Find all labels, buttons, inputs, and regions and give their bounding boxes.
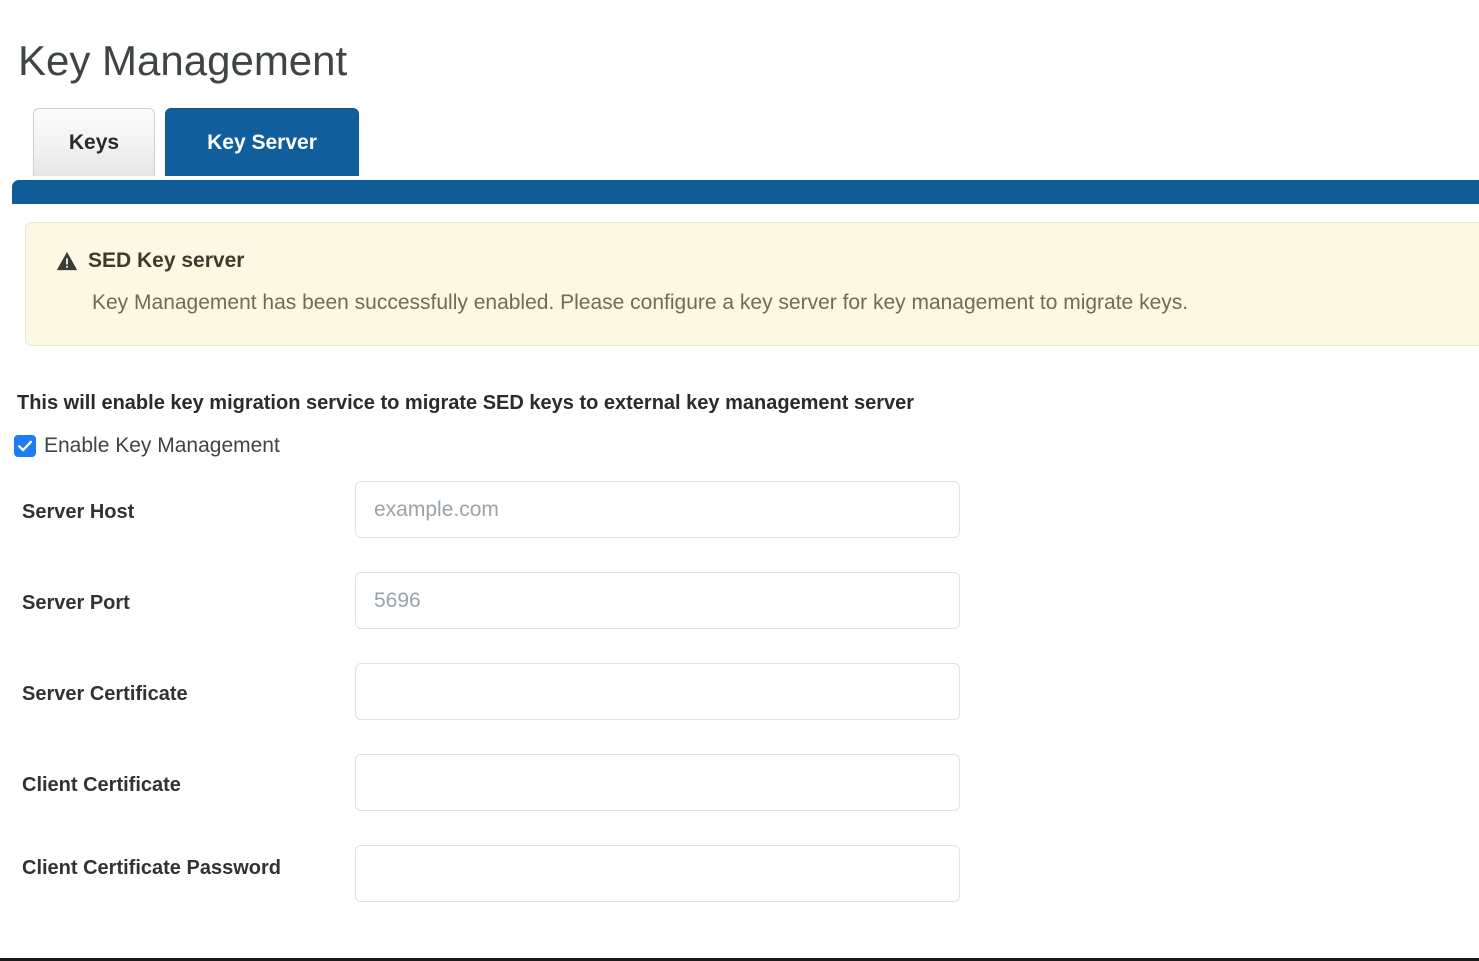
input-server-host[interactable]: [355, 481, 960, 538]
label-server-port: Server Port: [22, 592, 130, 614]
input-client-certificate-password[interactable]: [355, 845, 960, 902]
tab-key-server-label: Key Server: [207, 130, 317, 154]
enable-key-management-checkbox[interactable]: [14, 435, 36, 457]
alert-header: SED Key server: [56, 249, 244, 273]
label-server-host: Server Host: [22, 501, 135, 523]
field-row-client-certificate-password: Client Certificate Password: [0, 842, 1479, 933]
label-client-certificate-password: Client Certificate Password: [22, 857, 281, 879]
check-icon: [18, 440, 32, 452]
enable-key-management-label: Enable Key Management: [44, 434, 280, 457]
alert-message: Key Management has been successfully ena…: [92, 291, 1189, 314]
sed-key-server-alert: SED Key server Key Management has been s…: [25, 222, 1479, 346]
field-row-server-certificate: Server Certificate: [0, 660, 1479, 751]
section-heading: This will enable key migration service t…: [17, 392, 915, 414]
input-server-certificate[interactable]: [355, 663, 960, 720]
tab-bar-group: Keys Key Server: [0, 108, 1479, 184]
page-title: Key Management: [18, 37, 348, 85]
tab-key-server[interactable]: Key Server: [165, 108, 359, 176]
alert-title: SED Key server: [88, 249, 245, 272]
input-client-certificate[interactable]: [355, 754, 960, 811]
active-tab-underline-bar: [12, 180, 1479, 204]
tab-keys-label: Keys: [68, 130, 120, 154]
label-client-certificate: Client Certificate: [22, 774, 181, 796]
input-server-port[interactable]: [355, 572, 960, 629]
warning-triangle-icon: [56, 251, 78, 271]
field-row-server-port: Server Port: [0, 569, 1479, 660]
field-row-client-certificate: Client Certificate: [0, 751, 1479, 842]
label-server-certificate: Server Certificate: [22, 683, 188, 705]
key-management-page: Key Management Keys Key Server SED Key s…: [0, 0, 1479, 961]
enable-key-management-row[interactable]: Enable Key Management: [14, 434, 280, 458]
tab-keys[interactable]: Keys: [33, 108, 155, 176]
key-server-form: Server Host Server Port Server Certifica…: [0, 478, 1479, 933]
field-row-server-host: Server Host: [0, 478, 1479, 569]
